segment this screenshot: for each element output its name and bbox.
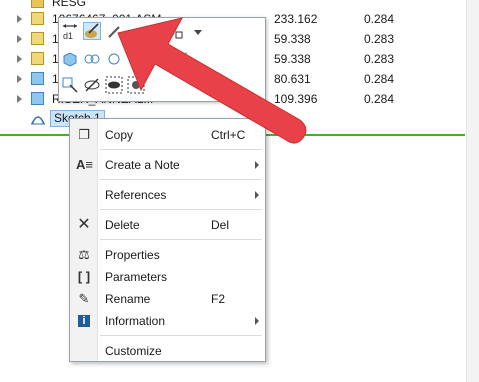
- menu-item-label: Information: [105, 314, 166, 328]
- expand-arrow-icon[interactable]: [17, 15, 22, 23]
- menu-item-label: References: [105, 188, 167, 202]
- expand-arrow-icon[interactable]: [17, 75, 22, 83]
- note-icon: A≡: [76, 157, 93, 172]
- show-icon[interactable]: [105, 76, 123, 94]
- rename-icon: ✎: [78, 291, 90, 306]
- copy-icon: ❐: [78, 127, 90, 142]
- assembly-icon: [31, 32, 44, 45]
- expand-arrow-icon[interactable]: [17, 95, 22, 103]
- menu-item-customize[interactable]: Customize: [70, 340, 265, 362]
- submenu-arrow-icon: [255, 191, 259, 199]
- menu-item-label: Properties: [105, 248, 160, 262]
- menu-item-label: Copy: [105, 128, 134, 142]
- context-menu: ❐ Copy Ctrl+C A≡ Create a Note Reference…: [69, 118, 266, 362]
- assembly-icon: [31, 52, 44, 65]
- tree-item-value: 80.631: [274, 72, 311, 86]
- dimension-icon[interactable]: d1: [61, 23, 79, 41]
- feature-icon: [31, 0, 44, 8]
- search-part-icon[interactable]: [61, 76, 79, 94]
- tree-item-value: 109.396: [274, 92, 318, 106]
- menu-separator: [100, 179, 262, 180]
- menu-item-rename[interactable]: ✎ Rename F2: [70, 288, 265, 310]
- pencil-icon[interactable]: [105, 23, 123, 41]
- menu-item-label: Parameters: [105, 270, 168, 284]
- mirror-icon[interactable]: [171, 50, 189, 68]
- part-icon: [31, 92, 44, 105]
- menu-item-label: Create a Note: [105, 158, 180, 172]
- menu-item-shortcut: Del: [211, 218, 230, 232]
- tree-item-value: 0.283: [364, 32, 395, 46]
- menu-item-shortcut: F2: [211, 292, 226, 306]
- cube-icon[interactable]: [61, 50, 79, 68]
- parameters-icon: [ ]: [77, 269, 91, 284]
- mini-toolbar: d1: [58, 17, 266, 102]
- menu-item-create-note[interactable]: A≡ Create a Note: [70, 154, 265, 176]
- menu-item-delete[interactable]: ✕ Delete Del: [70, 214, 265, 236]
- menu-separator: [100, 149, 262, 150]
- svg-text:d1: d1: [63, 31, 73, 41]
- constraint-icon[interactable]: [83, 50, 101, 68]
- isolate-icon[interactable]: [127, 76, 145, 94]
- menu-item-copy[interactable]: ❐ Copy Ctrl+C: [70, 124, 265, 146]
- appearance-button[interactable]: [83, 22, 101, 40]
- menu-separator: [100, 335, 262, 336]
- menu-separator: [100, 209, 262, 210]
- part-icon: [31, 72, 44, 85]
- tree-item-value: 59.338: [274, 32, 311, 46]
- tree-item-value: 0.284: [364, 72, 395, 86]
- expand-arrow-icon[interactable]: [17, 35, 22, 43]
- dropdown-icon[interactable]: [189, 23, 207, 41]
- menu-separator: [100, 239, 262, 240]
- tree-item-value: 0.284: [364, 12, 395, 26]
- menu-item-label: Delete: [105, 218, 140, 232]
- tree-item-value: 0.283: [364, 52, 395, 66]
- tree-item-value: 233.162: [274, 12, 318, 26]
- tree-item-value: 59.338: [274, 52, 311, 66]
- hide-icon[interactable]: [83, 76, 101, 94]
- assembly-icon: [31, 12, 44, 25]
- properties-icon: ⚖: [78, 247, 90, 262]
- menu-item-properties[interactable]: ⚖ Properties: [70, 244, 265, 266]
- submenu-arrow-icon: [255, 317, 259, 325]
- menu-item-parameters[interactable]: [ ] Parameters: [70, 266, 265, 288]
- appearance-brush-icon: [85, 23, 99, 38]
- expand-arrow-icon[interactable]: [17, 55, 22, 63]
- tree-item-name: RESG: [52, 0, 87, 9]
- menu-item-label: Rename: [105, 292, 151, 306]
- menu-item-references[interactable]: References: [70, 184, 265, 206]
- scrollbar[interactable]: [466, 0, 479, 382]
- sketch-icon: [31, 116, 45, 125]
- tree-item-value: 0.284: [364, 92, 395, 106]
- move-icon[interactable]: [105, 50, 123, 68]
- component-icon[interactable]: [167, 23, 185, 41]
- delete-icon: ✕: [77, 216, 91, 233]
- display-style-icon[interactable]: [145, 23, 163, 41]
- information-icon: i: [78, 315, 90, 327]
- menu-item-shortcut: Ctrl+C: [211, 128, 246, 142]
- menu-item-label: Customize: [105, 344, 162, 358]
- menu-item-information[interactable]: i Information: [70, 310, 265, 332]
- submenu-arrow-icon: [255, 161, 259, 169]
